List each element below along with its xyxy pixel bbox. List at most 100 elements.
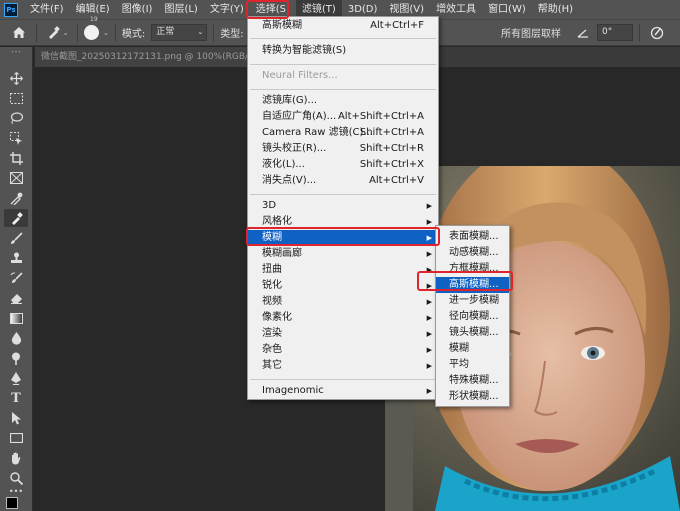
dodge-tool-icon[interactable] [4,349,28,367]
history-brush-tool-icon[interactable] [4,269,28,287]
pressure-icon[interactable] [646,26,668,40]
menu-item-lens-correction[interactable]: 镜头校正(R)... Shift+Ctrl+R [248,141,438,157]
submenu-arrow-icon: ▶ [426,387,432,395]
menu-image[interactable]: 图像(I) [116,0,159,19]
hand-tool-icon[interactable] [4,449,28,467]
submenu-item-blur[interactable]: 模糊 [436,341,509,357]
sample-all-layers-checkbox[interactable]: 所有图层取样 [501,25,561,40]
mode-value: 正常 [156,27,175,37]
panel-grip-icon: ••• [10,48,22,56]
object-selection-tool-icon[interactable] [4,129,28,147]
menu-item-filter-gallery[interactable]: 滤镜库(G)... [248,93,438,109]
menu-divider [250,38,436,39]
separator [36,23,37,42]
menu-item-video[interactable]: 视频 ▶ [248,294,438,310]
angle-input[interactable]: 0° [597,24,633,41]
menu-help[interactable]: 帮助(H) [532,0,579,19]
menu-item-stylize[interactable]: 风格化 ▶ [248,214,438,230]
menu-item-vanishing-point[interactable]: 消失点(V)... Alt+Ctrl+V [248,173,438,189]
menu-item-imagenomic[interactable]: Imagenomic ▶ [248,383,438,399]
submenu-item-motion-blur[interactable]: 动感模糊... [436,245,509,261]
menu-item-last-filter[interactable]: 高斯模糊 Alt+Ctrl+F [248,18,438,34]
menu-item-other[interactable]: 其它 ▶ [248,358,438,374]
menu-layer[interactable]: 图层(L) [158,0,203,19]
menu-divider [250,89,436,90]
path-selection-tool-icon[interactable] [4,409,28,427]
submenu-arrow-icon: ▶ [426,362,432,370]
marquee-tool-icon[interactable] [4,89,28,107]
clone-stamp-tool-icon[interactable] [4,249,28,267]
submenu-item-average[interactable]: 平均 [436,357,509,373]
menu-file[interactable]: 文件(F) [24,0,70,19]
separator [114,23,116,42]
submenu-item-blur-more[interactable]: 进一步模糊 [436,293,509,309]
mode-select[interactable]: 正常 ⌄ [151,24,208,41]
submenu-arrow-icon: ▶ [426,282,432,290]
menu-item-noise[interactable]: 杂色 ▶ [248,342,438,358]
submenu-arrow-icon: ▶ [426,330,432,338]
photoshop-logo: Ps [4,2,18,17]
tools-panel: ••• T ••• [0,47,33,511]
gradient-tool-icon[interactable] [4,309,28,327]
submenu-item-surface-blur[interactable]: 表面模糊... [436,229,509,245]
submenu-arrow-icon: ▶ [426,202,432,210]
brush-size-picker[interactable]: ⌄ [84,25,109,40]
menu-window[interactable]: 窗口(W) [482,0,532,19]
menu-item-render[interactable]: 渲染 ▶ [248,326,438,342]
submenu-arrow-icon: ▶ [426,250,432,258]
submenu-arrow-icon: ▶ [426,266,432,274]
foreground-color-swatch[interactable] [6,497,18,509]
submenu-arrow-icon: ▶ [426,218,432,226]
crop-tool-icon[interactable] [4,149,28,167]
brush-tool-icon[interactable] [4,229,28,247]
document-tab[interactable]: 微信截图_20250312172131.png @ 100%(RGB/8#) [35,47,275,67]
submenu-item-box-blur[interactable]: 方框模糊... [436,261,509,277]
chevron-down-icon: ⌄ [103,28,109,37]
submenu-arrow-icon: ▶ [426,346,432,354]
brush-preview-icon [84,25,99,40]
menu-item-blur[interactable]: 模糊 ▶ [248,230,438,246]
menu-item-liquify[interactable]: 液化(L)... Shift+Ctrl+X [248,157,438,173]
menu-divider [250,64,436,65]
submenu-item-smart-blur[interactable]: 特殊模糊... [436,373,509,389]
menu-item-convert-smart-filters[interactable]: 转换为智能滤镜(S) [248,43,438,59]
submenu-item-gaussian-blur[interactable]: 高斯模糊... [436,277,509,293]
pen-tool-icon[interactable] [4,369,28,387]
blur-submenu: 表面模糊... 动感模糊... 方框模糊... 高斯模糊... 进一步模糊 径向… [435,225,510,407]
submenu-arrow-icon: ▶ [426,234,432,242]
eyedropper-tool-icon[interactable] [4,189,28,207]
frame-tool-icon[interactable] [4,169,28,187]
spot-healing-brush-icon[interactable]: ⌄ [43,23,71,43]
eraser-tool-icon[interactable] [4,289,28,307]
lasso-tool-icon[interactable] [4,109,28,127]
separator [639,23,640,42]
zoom-tool-icon[interactable] [4,469,28,487]
menu-item-sharpen[interactable]: 锐化 ▶ [248,278,438,294]
chevron-down-icon: ⌄ [197,28,204,36]
submenu-item-shape-blur[interactable]: 形状模糊... [436,389,509,405]
move-tool-icon[interactable] [4,69,28,87]
submenu-item-radial-blur[interactable]: 径向模糊... [436,309,509,325]
type-label: 类型: [220,29,244,40]
separator [77,23,78,42]
menu-item-distort[interactable]: 扭曲 ▶ [248,262,438,278]
rectangle-tool-icon[interactable] [4,429,28,447]
type-tool-icon[interactable]: T [4,389,28,407]
submenu-item-lens-blur[interactable]: 镜头模糊... [436,325,509,341]
submenu-arrow-icon: ▶ [426,298,432,306]
menu-type[interactable]: 文字(Y) [204,0,250,19]
menu-item-neural-filters: Neural Filters... [262,70,338,81]
more-tools-icon[interactable]: ••• [4,487,28,496]
menu-item-adaptive-wide-angle[interactable]: 自适应广角(A)... Alt+Shift+Ctrl+A [248,109,438,125]
blur-tool-icon[interactable] [4,329,28,347]
home-icon[interactable] [8,23,30,43]
menu-item-camera-raw[interactable]: Camera Raw 滤镜(C)... Shift+Ctrl+A [248,125,438,141]
menu-item-3d[interactable]: 3D ▶ [248,198,438,214]
chevron-down-icon: ⌄ [62,28,69,37]
brush-size-value: 19 [90,16,98,23]
separator [213,23,215,42]
spot-healing-brush-tool-icon[interactable] [4,209,28,227]
menu-item-pixelate[interactable]: 像素化 ▶ [248,310,438,326]
angle-icon [577,28,591,38]
menu-item-blur-gallery[interactable]: 模糊画廊 ▶ [248,246,438,262]
